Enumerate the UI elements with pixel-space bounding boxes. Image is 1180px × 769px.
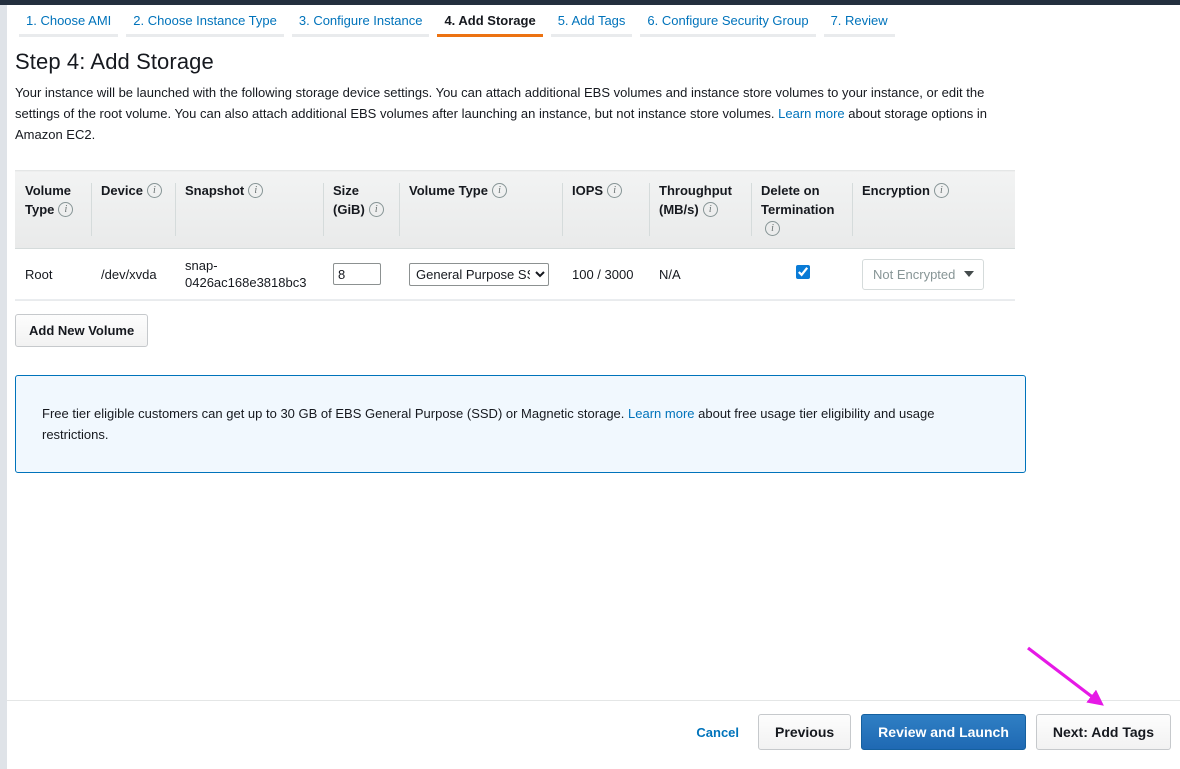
info-icon[interactable]: i [147,183,162,198]
header-label: Volume Type [409,183,488,198]
cell-encryption: Not Encrypted [852,249,1015,300]
wizard-tab-label: 6. Configure Security Group [647,13,808,28]
add-new-volume-button[interactable]: Add New Volume [15,314,148,347]
previous-button[interactable]: Previous [758,714,851,750]
add-volume-container: Add New Volume [15,314,1027,347]
header-iops: IOPS i [562,171,649,249]
wizard-tab-label: 3. Configure Instance [299,13,423,28]
header-label: Throughput (MB/s) [659,183,732,217]
info-icon[interactable]: i [607,183,622,198]
volume-type-select[interactable]: General Purpose SSD (gp2)General Purpose… [409,263,549,286]
delete-on-termination-checkbox[interactable] [796,265,810,279]
tab-underline [551,34,633,37]
chevron-down-icon [964,271,974,277]
header-device: Devicei [91,171,175,249]
notice-text-part1: Free tier eligible customers can get up … [42,406,624,421]
free-tier-notice-text: Free tier eligible customers can get up … [42,403,999,445]
header-volume-type: Volume Type i [399,171,562,249]
wizard-tab-add-tags[interactable]: 5. Add Tags [547,5,637,41]
wizard-tab-add-storage[interactable]: 4. Add Storage [433,5,546,41]
wizard-step-tabs: 1. Choose AMI 2. Choose Instance Type 3.… [15,5,899,43]
tab-underline [126,34,284,37]
cell-delete-on-termination [751,249,852,300]
header-label: Size (GiB) [333,183,365,217]
header-volume-type-root: Volume Typei [15,171,91,249]
cell-size [323,249,399,300]
wizard-tab-label: 5. Add Tags [558,13,626,28]
page-title: Step 4: Add Storage [15,49,1027,75]
footer-actions: Cancel Previous Review and Launch Next: … [687,714,1171,750]
info-icon[interactable]: i [703,202,718,217]
next-add-tags-button[interactable]: Next: Add Tags [1036,714,1171,750]
tab-underline [19,34,118,37]
info-icon[interactable]: i [492,183,507,198]
page-canvas: 1. Choose AMI 2. Choose Instance Type 3.… [7,5,1180,769]
cell-snapshot: snap-0426ac168e3818bc3 [175,249,323,300]
header-label: IOPS [572,183,603,198]
info-icon[interactable]: i [765,221,780,236]
wizard-tab-configure-security-group[interactable]: 6. Configure Security Group [636,5,819,41]
cancel-button[interactable]: Cancel [687,725,748,740]
wizard-tab-label: 1. Choose AMI [26,13,111,28]
encryption-dropdown[interactable]: Not Encrypted [862,259,984,290]
header-delete-on-termination: Delete on Termination i [751,171,852,249]
page-description: Your instance will be launched with the … [15,82,1015,145]
header-label: Encryption [862,183,930,198]
cell-volume-type: General Purpose SSD (gp2)General Purpose… [399,249,562,300]
wizard-tab-review[interactable]: 7. Review [820,5,899,41]
footer-divider [7,700,1180,701]
storage-table-container: Volume Typei Devicei Snapshoti Size (GiB… [15,170,1015,301]
cell-throughput: N/A [649,249,751,300]
wizard-tab-choose-instance-type[interactable]: 2. Choose Instance Type [122,5,288,41]
cell-iops: 100 / 3000 [562,249,649,300]
table-row: Root /dev/xvda snap-0426ac168e3818bc3 Ge… [15,249,1015,300]
review-and-launch-button[interactable]: Review and Launch [861,714,1026,750]
header-label: Device [101,183,143,198]
info-icon[interactable]: i [369,202,384,217]
header-throughput: Throughput (MB/s)i [649,171,751,249]
header-size: Size (GiB) i [323,171,399,249]
tab-underline [824,34,895,37]
free-tier-notice: Free tier eligible customers can get up … [15,375,1026,473]
main-content: Step 4: Add Storage Your instance will b… [15,49,1027,473]
wizard-tab-label: 4. Add Storage [444,13,535,28]
left-rail [0,5,7,769]
tab-underline [640,34,815,37]
info-icon[interactable]: i [248,183,263,198]
info-icon[interactable]: i [58,202,73,217]
header-label: Delete on Termination [761,183,834,217]
learn-more-free-tier-link[interactable]: Learn more [628,406,694,421]
cell-device: /dev/xvda [91,249,175,300]
wizard-tab-label: 2. Choose Instance Type [133,13,277,28]
wizard-tab-configure-instance[interactable]: 3. Configure Instance [288,5,434,41]
cell-volume-type-root: Root [15,249,91,300]
tab-underline-active [437,34,542,37]
table-header-row: Volume Typei Devicei Snapshoti Size (GiB… [15,171,1015,249]
learn-more-storage-link[interactable]: Learn more [778,106,844,121]
header-snapshot: Snapshot i [175,171,323,249]
storage-table: Volume Typei Devicei Snapshoti Size (GiB… [15,170,1015,300]
wizard-tab-choose-ami[interactable]: 1. Choose AMI [15,5,122,41]
header-encryption: Encryption i [852,171,1015,249]
tab-underline [292,34,430,37]
size-input[interactable] [333,263,381,285]
info-icon[interactable]: i [934,183,949,198]
header-label: Snapshot [185,183,244,198]
encryption-value: Not Encrypted [873,266,955,283]
wizard-tab-label: 7. Review [831,13,888,28]
